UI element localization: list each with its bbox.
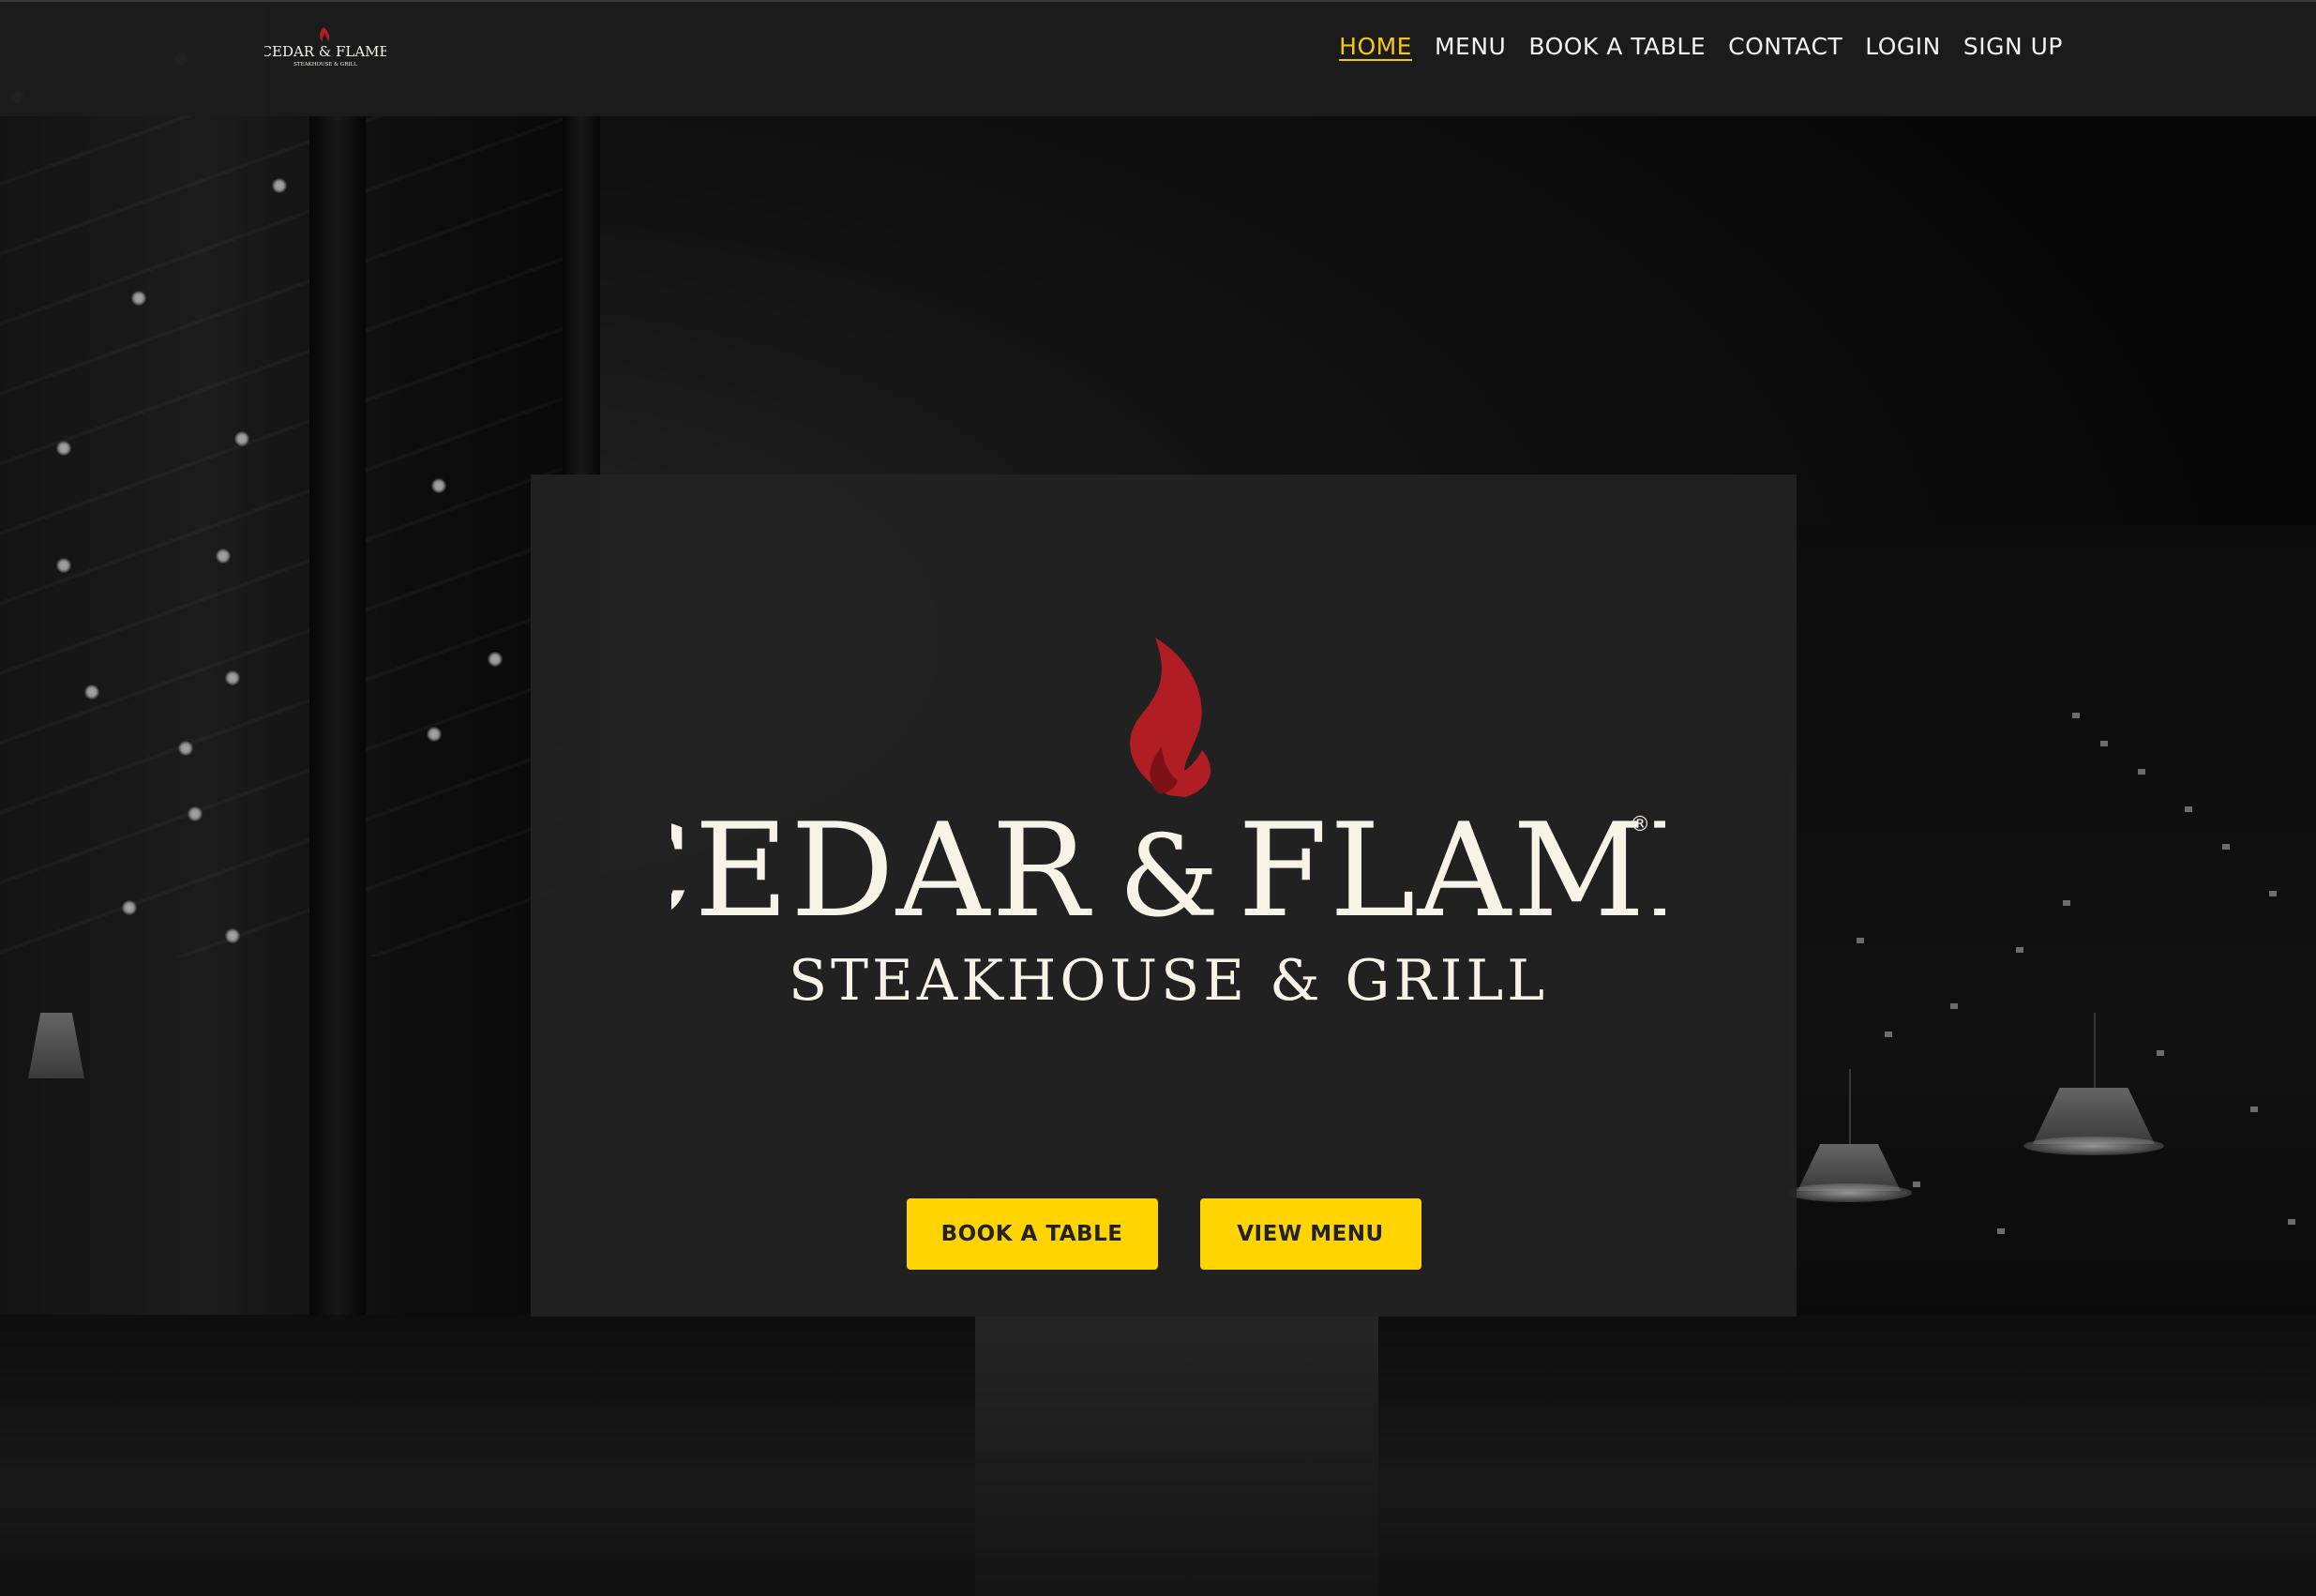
main-navigation: HOME MENU BOOK A TABLE CONTACT LOGIN SIG… (1339, 30, 2063, 64)
nav-contact[interactable]: CONTACT (1728, 30, 1842, 64)
header-logo-tagline: STEAKHOUSE & GRILL (293, 62, 357, 68)
hero-logo: CEDAR&FLAME ® STEAKHOUSE & GRILL (594, 634, 1741, 1028)
header-logo-wordmark: CEDAR & FLAME (264, 43, 386, 60)
header-logo-graphic: CEDAR & FLAME STEAKHOUSE & GRILL (262, 27, 389, 68)
flame-icon (1130, 638, 1211, 797)
hero-card: CEDAR&FLAME ® STEAKHOUSE & GRILL BOOK A … (531, 474, 1797, 1317)
site-header: CEDAR & FLAME STEAKHOUSE & GRILL HOME ME… (0, 0, 2316, 116)
nav-login[interactable]: LOGIN (1865, 30, 1941, 64)
nav-home[interactable]: HOME (1339, 30, 1412, 64)
header-logo[interactable]: CEDAR & FLAME STEAKHOUSE & GRILL (262, 23, 389, 69)
book-a-table-button[interactable]: BOOK A TABLE (906, 1198, 1158, 1270)
hero-logo-graphic: CEDAR&FLAME ® STEAKHOUSE & GRILL (594, 638, 1741, 1014)
registered-mark: ® (1630, 813, 1650, 836)
nav-sign-up[interactable]: SIGN UP (1963, 30, 2063, 64)
nav-book-a-table[interactable]: BOOK A TABLE (1528, 30, 1706, 64)
hero-logo-wordmark: CEDAR&FLAME (671, 795, 1665, 946)
view-menu-button[interactable]: VIEW MENU (1199, 1198, 1421, 1270)
page: CEDAR & FLAME STEAKHOUSE & GRILL HOME ME… (0, 0, 2316, 1596)
nav-menu[interactable]: MENU (1435, 30, 1506, 64)
hero-logo-tagline: STEAKHOUSE & GRILL (789, 948, 1548, 1014)
flame-icon (320, 27, 330, 42)
hero-actions: BOOK A TABLE VIEW MENU (531, 1198, 1797, 1270)
